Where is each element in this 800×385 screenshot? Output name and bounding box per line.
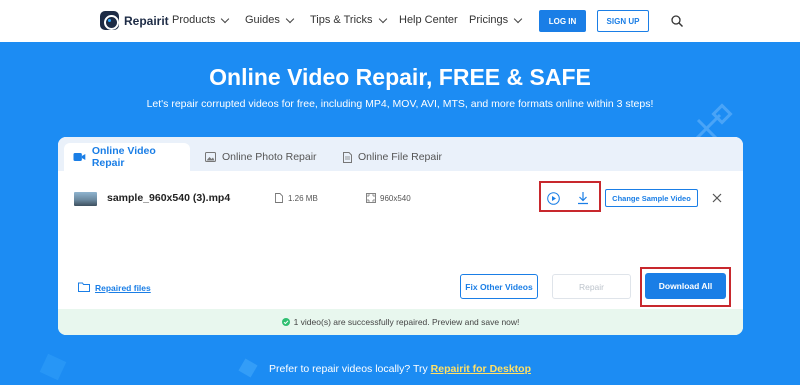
file-size-icon <box>275 193 283 203</box>
tab-online-photo-repair[interactable]: Online Photo Repair <box>205 143 317 171</box>
nav-products-label: Products <box>172 14 216 26</box>
search-icon[interactable] <box>671 15 683 27</box>
status-message: 1 video(s) are successfully repaired. Pr… <box>293 317 520 327</box>
nav-pricings[interactable]: Pricings <box>469 14 523 26</box>
success-status-bar: 1 video(s) are successfully repaired. Pr… <box>58 309 743 335</box>
nav-products[interactable]: Products <box>172 14 230 26</box>
repair-panel: Online Video Repair Online Photo Repair … <box>58 137 743 335</box>
fix-other-videos-button[interactable]: Fix Other Videos <box>460 274 538 299</box>
repair-tabs: Online Video Repair Online Photo Repair … <box>58 137 743 171</box>
play-icon[interactable] <box>547 192 560 205</box>
resolution-icon <box>366 193 376 203</box>
nav-pricings-label: Pricings <box>469 14 509 26</box>
signup-button[interactable]: SIGN UP <box>597 10 649 32</box>
download-all-button[interactable]: Download All <box>645 273 726 299</box>
tab-online-file-repair[interactable]: Online File Repair <box>343 143 442 171</box>
page-subtitle: Let's repair corrupted videos for free, … <box>146 98 654 110</box>
repaired-files-link[interactable]: Repaired files <box>95 283 151 293</box>
nav-guides-label: Guides <box>245 14 280 26</box>
video-icon <box>73 153 86 161</box>
nav-tips[interactable]: Tips & Tricks <box>310 14 387 26</box>
file-resolution: 960x540 <box>380 194 411 203</box>
tab-label: Online Video Repair <box>91 145 156 169</box>
chevron-down-icon <box>378 14 387 23</box>
repair-button[interactable]: Repair <box>552 274 631 299</box>
video-thumbnail <box>74 192 97 206</box>
photo-icon <box>205 152 216 162</box>
brand-name: Repairit <box>124 13 169 28</box>
repairit-desktop-link[interactable]: Repairit for Desktop <box>431 363 531 375</box>
brand-logo[interactable]: Repairit <box>100 11 169 30</box>
tab-label: Online Photo Repair <box>222 151 317 163</box>
change-sample-video-button[interactable]: Change Sample Video <box>605 189 698 207</box>
file-icon <box>343 151 352 163</box>
nav-help-center[interactable]: Help Center <box>399 14 458 26</box>
login-button[interactable]: LOG IN <box>539 10 586 32</box>
folder-icon <box>78 282 90 292</box>
page-title: Online Video Repair, FREE & SAFE <box>209 64 591 90</box>
nav-help-center-label: Help Center <box>399 14 458 26</box>
chevron-down-icon <box>513 14 523 23</box>
chevron-down-icon <box>221 14 230 23</box>
tab-online-video-repair[interactable]: Online Video Repair <box>64 143 190 171</box>
check-circle-icon <box>281 318 290 326</box>
nav-tips-label: Tips & Tricks <box>310 14 373 26</box>
repairit-logo-icon <box>100 11 119 30</box>
desktop-cta-text: Prefer to repair videos locally? Try <box>268 363 431 375</box>
chevron-down-icon <box>285 14 295 23</box>
nav-guides[interactable]: Guides <box>245 14 295 26</box>
desktop-cta: Prefer to repair videos locally? Try Rep… <box>0 363 800 375</box>
file-name: sample_960x540 (3).mp4 <box>107 192 231 204</box>
top-nav: Repairit Products Guides Tips & Tricks H… <box>0 0 800 42</box>
file-size: 1.26 MB <box>288 194 318 203</box>
download-icon[interactable] <box>577 191 589 205</box>
close-icon[interactable] <box>712 193 722 203</box>
tab-label: Online File Repair <box>358 151 443 163</box>
